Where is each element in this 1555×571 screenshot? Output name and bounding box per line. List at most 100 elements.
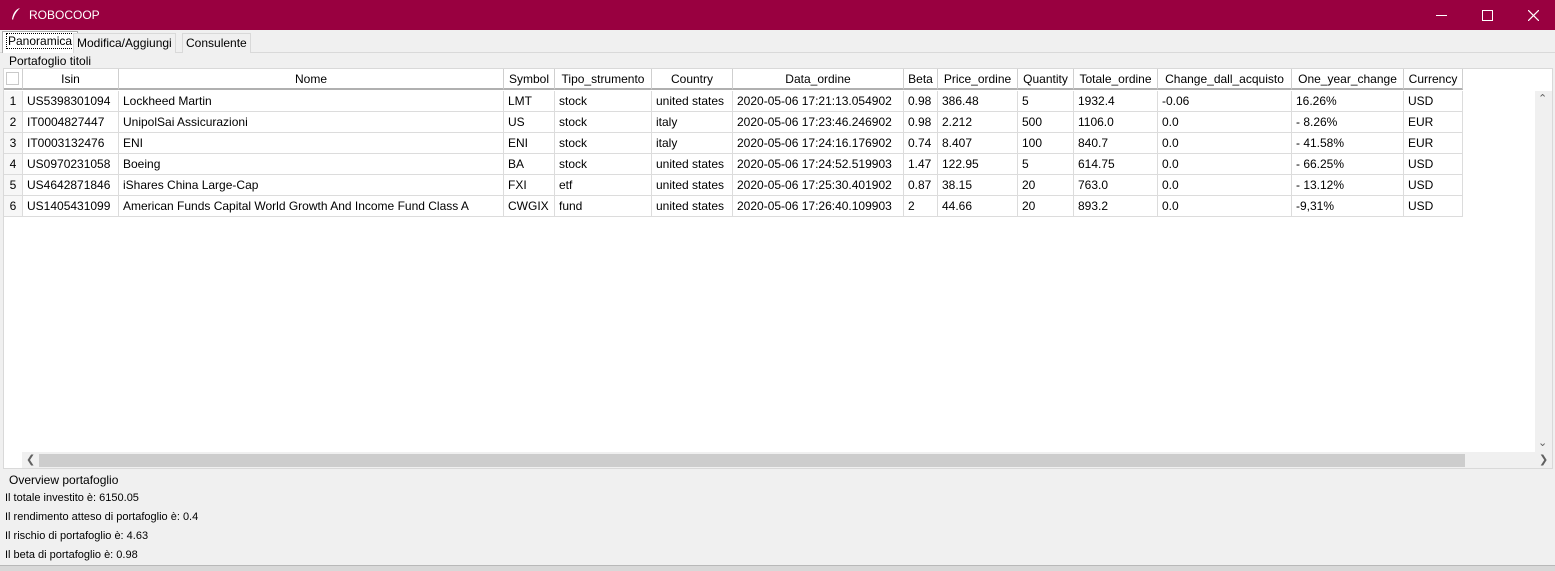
maximize-button[interactable] (1464, 0, 1510, 30)
cell-beta[interactable]: 0.74 (904, 133, 938, 154)
cell-tipo-strumento[interactable]: etf (555, 175, 652, 196)
cell-data-ordine[interactable]: 2020-05-06 17:24:52.519903 (733, 154, 904, 175)
cell-country[interactable]: italy (652, 133, 733, 154)
row-index[interactable]: 2 (4, 112, 23, 133)
cell-nome[interactable]: iShares China Large-Cap (119, 175, 504, 196)
cell-one-year-change[interactable]: - 66.25% (1292, 154, 1404, 175)
cell-data-ordine[interactable]: 2020-05-06 17:21:13.054902 (733, 91, 904, 112)
cell-totale-ordine[interactable]: 840.7 (1074, 133, 1158, 154)
cell-nome[interactable]: UnipolSai Assicurazioni (119, 112, 504, 133)
tab-modifica-aggiungi[interactable]: Modifica/Aggiungi (73, 33, 176, 53)
cell-nome[interactable]: Boeing (119, 154, 504, 175)
tab-panoramica[interactable]: Panoramica (2, 31, 79, 53)
cell-one-year-change[interactable]: 16.26% (1292, 91, 1404, 112)
column-header[interactable]: Data_ordine (733, 69, 904, 90)
cell-change-dall-acquisto[interactable]: 0.0 (1158, 175, 1292, 196)
cell-tipo-strumento[interactable]: stock (555, 133, 652, 154)
cell-isin[interactable]: IT0003132476 (23, 133, 119, 154)
cell-quantity[interactable]: 100 (1018, 133, 1074, 154)
cell-totale-ordine[interactable]: 614.75 (1074, 154, 1158, 175)
cell-symbol[interactable]: FXI (504, 175, 555, 196)
cell-quantity[interactable]: 5 (1018, 91, 1074, 112)
column-header[interactable]: Price_ordine (938, 69, 1018, 90)
tab-consulente[interactable]: Consulente (182, 33, 251, 53)
row-index[interactable]: 3 (4, 133, 23, 154)
column-header[interactable]: Change_dall_acquisto (1158, 69, 1292, 90)
cell-isin[interactable]: IT0004827447 (23, 112, 119, 133)
cell-country[interactable]: united states (652, 175, 733, 196)
cell-currency[interactable]: USD (1404, 154, 1463, 175)
cell-one-year-change[interactable]: - 13.12% (1292, 175, 1404, 196)
column-header[interactable]: Tipo_strumento (555, 69, 652, 90)
cell-price-ordine[interactable]: 2.212 (938, 112, 1018, 133)
horizontal-scroll-thumb[interactable] (39, 454, 1465, 467)
cell-currency[interactable]: USD (1404, 196, 1463, 217)
cell-beta[interactable]: 0.98 (904, 91, 938, 112)
cell-beta[interactable]: 2 (904, 196, 938, 217)
cell-symbol[interactable]: CWGIX (504, 196, 555, 217)
row-index[interactable]: 1 (4, 91, 23, 112)
row-index[interactable]: 6 (4, 196, 23, 217)
cell-beta[interactable]: 0.87 (904, 175, 938, 196)
cell-quantity[interactable]: 500 (1018, 112, 1074, 133)
cell-one-year-change[interactable]: -9,31% (1292, 196, 1404, 217)
scroll-up-icon[interactable]: ⌃ (1538, 91, 1547, 108)
cell-beta[interactable]: 0.98 (904, 112, 938, 133)
cell-country[interactable]: united states (652, 91, 733, 112)
minimize-button[interactable] (1418, 0, 1464, 30)
cell-currency[interactable]: EUR (1404, 133, 1463, 154)
cell-isin[interactable]: US1405431099 (23, 196, 119, 217)
cell-country[interactable]: united states (652, 154, 733, 175)
cell-change-dall-acquisto[interactable]: -0.06 (1158, 91, 1292, 112)
cell-currency[interactable]: USD (1404, 91, 1463, 112)
cell-totale-ordine[interactable]: 1932.4 (1074, 91, 1158, 112)
cell-price-ordine[interactable]: 44.66 (938, 196, 1018, 217)
cell-one-year-change[interactable]: - 8.26% (1292, 112, 1404, 133)
close-button[interactable] (1510, 0, 1555, 30)
cell-data-ordine[interactable]: 2020-05-06 17:25:30.401902 (733, 175, 904, 196)
row-index[interactable]: 5 (4, 175, 23, 196)
row-index[interactable]: 4 (4, 154, 23, 175)
scroll-left-icon[interactable]: ❮ (26, 452, 35, 468)
cell-tipo-strumento[interactable]: stock (555, 91, 652, 112)
cell-country[interactable]: united states (652, 196, 733, 217)
cell-data-ordine[interactable]: 2020-05-06 17:26:40.109903 (733, 196, 904, 217)
cell-currency[interactable]: EUR (1404, 112, 1463, 133)
cell-isin[interactable]: US5398301094 (23, 91, 119, 112)
cell-quantity[interactable]: 20 (1018, 196, 1074, 217)
cell-totale-ordine[interactable]: 763.0 (1074, 175, 1158, 196)
cell-symbol[interactable]: LMT (504, 91, 555, 112)
cell-quantity[interactable]: 20 (1018, 175, 1074, 196)
cell-one-year-change[interactable]: - 41.58% (1292, 133, 1404, 154)
cell-totale-ordine[interactable]: 893.2 (1074, 196, 1158, 217)
cell-change-dall-acquisto[interactable]: 0.0 (1158, 154, 1292, 175)
column-header[interactable]: Nome (119, 69, 504, 90)
scroll-right-icon[interactable]: ❯ (1539, 452, 1548, 468)
column-header[interactable]: Country (652, 69, 733, 90)
cell-country[interactable]: italy (652, 112, 733, 133)
column-header[interactable]: Quantity (1018, 69, 1074, 90)
cell-beta[interactable]: 1.47 (904, 154, 938, 175)
horizontal-scrollbar[interactable]: ❮ ❯ (22, 452, 1552, 468)
cell-tipo-strumento[interactable]: fund (555, 196, 652, 217)
cell-data-ordine[interactable]: 2020-05-06 17:23:46.246902 (733, 112, 904, 133)
column-header[interactable]: Totale_ordine (1074, 69, 1158, 90)
cell-quantity[interactable]: 5 (1018, 154, 1074, 175)
cell-isin[interactable]: US0970231058 (23, 154, 119, 175)
cell-price-ordine[interactable]: 386.48 (938, 91, 1018, 112)
vertical-scrollbar[interactable]: ⌃ ⌄ (1535, 91, 1552, 452)
column-header[interactable]: Symbol (504, 69, 555, 90)
cell-price-ordine[interactable]: 122.95 (938, 154, 1018, 175)
column-header[interactable]: Currency (1404, 69, 1463, 90)
cell-price-ordine[interactable]: 8.407 (938, 133, 1018, 154)
select-all-box[interactable] (6, 72, 19, 85)
cell-change-dall-acquisto[interactable]: 0.0 (1158, 133, 1292, 154)
cell-nome[interactable]: American Funds Capital World Growth And … (119, 196, 504, 217)
column-header[interactable]: Isin (23, 69, 119, 90)
scroll-down-icon[interactable]: ⌄ (1538, 435, 1547, 452)
cell-nome[interactable]: Lockheed Martin (119, 91, 504, 112)
cell-symbol[interactable]: US (504, 112, 555, 133)
portfolio-table[interactable]: Isin Nome Symbol Tipo_strumento Country … (3, 68, 1553, 469)
cell-totale-ordine[interactable]: 1106.0 (1074, 112, 1158, 133)
cell-isin[interactable]: US4642871846 (23, 175, 119, 196)
